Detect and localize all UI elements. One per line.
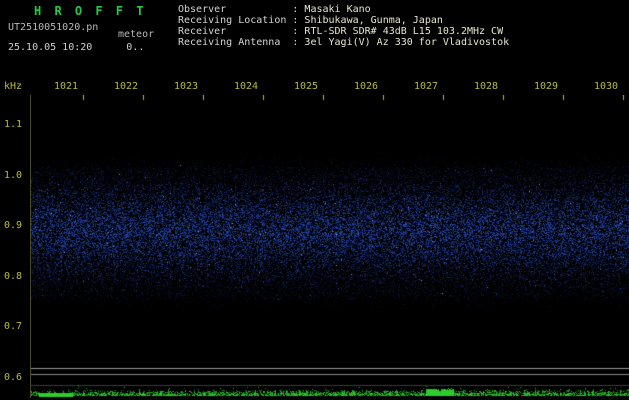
info-colon: : <box>292 15 305 26</box>
x-tick-label: 1028 <box>474 81 499 92</box>
x-tick-label: 1024 <box>234 81 259 92</box>
x-tick-label: 1026 <box>354 81 379 92</box>
info-row: Observer: Masaki Kano <box>178 4 509 15</box>
y-tick-label: 0.9 <box>3 220 22 231</box>
timestamp-row: 25.10.05 10:20 0.. <box>8 42 144 53</box>
spectrogram-plot <box>30 95 629 398</box>
receiver-info: Observer: Masaki Kano Receiving Location:… <box>178 4 509 48</box>
info-row: Receiver: RTL-SDR SDR# 43dB L15 103.2MHz… <box>178 26 509 37</box>
y-tick-label: 1.0 <box>3 170 22 181</box>
station-label: meteor <box>118 29 155 40</box>
x-tick-label: 1023 <box>174 81 199 92</box>
x-tick-label: 1029 <box>534 81 559 92</box>
x-tick-label: 1030 <box>594 81 619 92</box>
y-tick-label: 0.8 <box>3 271 22 282</box>
y-tick-label: 1.1 <box>3 119 22 130</box>
x-tick-label: 1027 <box>414 81 439 92</box>
hrofft-window: { "app": { "title": "H R O F F T" }, "he… <box>0 0 629 400</box>
y-axis: 1.1 1.0 0.9 0.8 0.7 0.6 <box>0 0 26 400</box>
x-tick-label: 1021 <box>54 81 79 92</box>
info-colon: : <box>292 26 305 37</box>
app-title: H R O F F T <box>34 4 147 18</box>
y-tick-label: 0.7 <box>3 321 22 332</box>
info-value: Shibukawa, Gunma, Japan <box>304 15 443 26</box>
progress-indicator: 0.. <box>126 42 145 53</box>
spectrogram-canvas <box>31 95 629 398</box>
info-colon: : <box>292 37 305 48</box>
info-value: 3el Yagi(V) Az 330 for Vladivostok <box>304 37 510 48</box>
x-tick-label: 1025 <box>294 81 319 92</box>
x-axis: 1021 1022 1023 1024 1025 1026 1027 1028 1029 1030 <box>0 81 629 93</box>
info-label: Observer <box>178 4 227 15</box>
x-tick-label: 1022 <box>114 81 139 92</box>
y-tick-label: 0.6 <box>3 372 22 383</box>
info-value: RTL-SDR SDR# 43dB L15 103.2MHz CW <box>304 26 504 37</box>
info-colon: : <box>292 4 305 15</box>
info-label: Receiving Antenna <box>178 37 281 48</box>
info-value: Masaki Kano <box>304 4 371 15</box>
info-label: Receiving Location <box>178 15 287 26</box>
info-row: Receiving Location: Shibukawa, Gunma, Ja… <box>178 15 509 26</box>
info-row: Receiving Antenna: 3el Yagi(V) Az 330 fo… <box>178 37 509 48</box>
info-label: Receiver <box>178 26 227 37</box>
